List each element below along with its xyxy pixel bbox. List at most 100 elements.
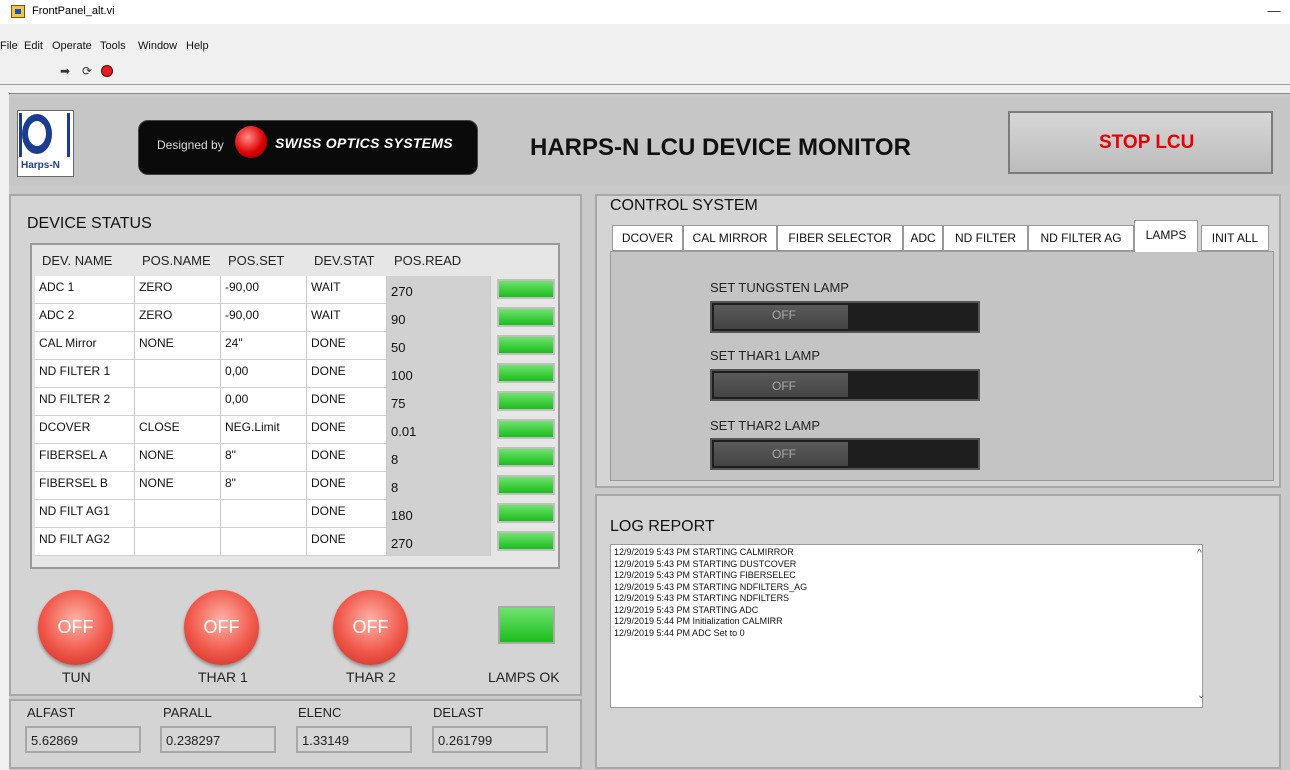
table-row: ADC 1 ZERO -90,00 WAIT 270 — [35, 276, 558, 304]
alfast-value: 5.62869 — [25, 726, 141, 753]
thar1-switch[interactable]: OFF — [710, 369, 980, 401]
dev-stat-cell: DONE — [307, 500, 387, 528]
elenc-label: ELENC — [298, 705, 342, 720]
pos-set-cell: -90,00 — [221, 276, 307, 304]
lamps-ok-label: LAMPS OK — [488, 669, 560, 685]
status-led — [497, 391, 555, 411]
toolbar: ➡ ⟳ — [0, 60, 1290, 85]
col-pos-name: POS.NAME — [142, 253, 211, 268]
dev-stat-cell: DONE — [307, 388, 387, 416]
menu-window[interactable]: Window — [138, 40, 177, 52]
tungsten-switch-state: OFF — [772, 308, 796, 322]
tab-nd-filter-ag[interactable]: ND FILTER AG — [1028, 225, 1134, 251]
dev-stat-cell: DONE — [307, 332, 387, 360]
pos-set-cell: 8" — [221, 472, 307, 500]
pos-set-cell — [221, 500, 307, 528]
lamp-tun-state: OFF — [57, 617, 94, 637]
parall-label: PARALL — [163, 705, 212, 720]
table-row: CAL Mirror NONE 24" DONE 50 — [35, 332, 558, 360]
pos-read-cell: 0.01 — [387, 416, 491, 444]
pos-set-cell: 8" — [221, 444, 307, 472]
alfast-label: ALFAST — [27, 705, 76, 720]
tab-cal-mirror[interactable]: CAL MIRROR — [683, 225, 777, 251]
scroll-up-icon[interactable]: ^ — [1197, 548, 1202, 559]
pos-set-cell: 24" — [221, 332, 307, 360]
pos-name-cell — [135, 528, 221, 556]
tab-lamps[interactable]: LAMPS — [1134, 220, 1198, 252]
table-row: ND FILT AG1 DONE 180 — [35, 500, 558, 528]
set-thar2-label: SET THAR2 LAMP — [710, 418, 821, 433]
page-title: HARPS-N LCU DEVICE MONITOR — [530, 134, 911, 161]
table-row: FIBERSEL B NONE 8" DONE 8 — [35, 472, 558, 500]
lamp-thar2-label: THAR 2 — [346, 669, 396, 685]
dev-name-cell: ND FILTER 2 — [35, 388, 135, 416]
tab-nd-filter[interactable]: ND FILTER — [943, 225, 1028, 251]
pos-name-cell: CLOSE — [135, 416, 221, 444]
pos-read-cell: 180 — [387, 500, 491, 528]
log-textarea[interactable] — [610, 544, 1203, 708]
minimize-button[interactable]: — — [1262, 2, 1286, 22]
tab-fiber-selector[interactable]: FIBER SELECTOR — [777, 225, 903, 251]
pos-read-cell: 270 — [387, 528, 491, 556]
pos-read-cell: 8 — [387, 444, 491, 472]
pos-set-cell — [221, 528, 307, 556]
scroll-down-icon[interactable]: ⌄ — [1197, 690, 1205, 701]
menu-tools[interactable]: Tools — [100, 40, 126, 52]
log-line: 12/9/2019 5:43 PM STARTING NDFILTERS_AG — [614, 581, 808, 592]
dev-name-cell: ND FILTER 1 — [35, 360, 135, 388]
control-tabs: DCOVER CAL MIRROR FIBER SELECTOR ADC ND … — [612, 220, 1270, 252]
dev-stat-cell: DONE — [307, 472, 387, 500]
tab-adc[interactable]: ADC — [903, 225, 943, 251]
pos-read-cell: 8 — [387, 472, 491, 500]
dev-stat-cell: DONE — [307, 416, 387, 444]
thar2-switch[interactable]: OFF — [710, 438, 980, 470]
status-led — [497, 419, 555, 439]
dev-name-cell: ADC 2 — [35, 304, 135, 332]
pos-name-cell — [135, 500, 221, 528]
run-continuous-icon[interactable]: ⟳ — [80, 64, 94, 78]
menu-operate[interactable]: Operate — [52, 40, 92, 52]
designed-by-label: Designed by — [157, 138, 224, 152]
table-row: ND FILTER 2 0,00 DONE 75 — [35, 388, 558, 416]
status-led — [497, 363, 555, 383]
dev-stat-cell: DONE — [307, 444, 387, 472]
pos-set-cell: -90,00 — [221, 304, 307, 332]
log-line: 12/9/2019 5:43 PM STARTING CALMIRROR — [614, 547, 794, 557]
stop-lcu-label[interactable]: STOP LCU — [1099, 132, 1194, 154]
thar2-switch-state: OFF — [772, 447, 796, 461]
pos-set-cell: NEG.Limit — [221, 416, 307, 444]
menu-file[interactable]: File — [0, 40, 18, 52]
tab-dcover[interactable]: DCOVER — [612, 225, 683, 251]
tungsten-switch[interactable]: OFF — [710, 301, 980, 333]
status-led — [497, 503, 555, 523]
menu-edit[interactable]: Edit — [24, 40, 43, 52]
menu-help[interactable]: Help — [186, 40, 209, 52]
dev-name-cell: CAL Mirror — [35, 332, 135, 360]
dev-stat-cell: WAIT — [307, 276, 387, 304]
log-line: 12/9/2019 5:44 PM ADC Set to 0 — [614, 627, 745, 638]
col-pos-set: POS.SET — [228, 253, 285, 268]
tab-init-all[interactable]: INIT ALL — [1201, 225, 1269, 251]
status-led — [497, 531, 555, 551]
table-row: ND FILT AG2 DONE 270 — [35, 528, 558, 556]
lamp-thar1-state: OFF — [203, 617, 240, 637]
pos-name-cell — [135, 360, 221, 388]
sos-logo-icon — [235, 126, 267, 158]
table-row: DCOVER CLOSE NEG.Limit DONE 0.01 — [35, 416, 558, 444]
dev-name-cell: FIBERSEL A — [35, 444, 135, 472]
pos-read-cell: 50 — [387, 332, 491, 360]
status-led — [497, 335, 555, 355]
pos-set-cell: 0,00 — [221, 388, 307, 416]
delast-label: DELAST — [433, 705, 484, 720]
run-arrow-icon[interactable]: ➡ — [58, 64, 72, 78]
status-led — [497, 475, 555, 495]
log-line: 12/9/2019 5:43 PM STARTING NDFILTERS — [614, 593, 790, 603]
pos-read-cell: 100 — [387, 360, 491, 388]
device-status-title: DEVICE STATUS — [27, 215, 152, 232]
log-line: 12/9/2019 5:43 PM STARTING FIBERSELEC — [614, 570, 796, 580]
dev-name-cell: ND FILT AG1 — [35, 500, 135, 528]
title-bar — [0, 0, 1290, 24]
abort-icon[interactable] — [100, 64, 114, 78]
log-line: 12/9/2019 5:43 PM STARTING DUSTCOVER — [614, 558, 797, 569]
logo-bar-right — [67, 113, 70, 157]
